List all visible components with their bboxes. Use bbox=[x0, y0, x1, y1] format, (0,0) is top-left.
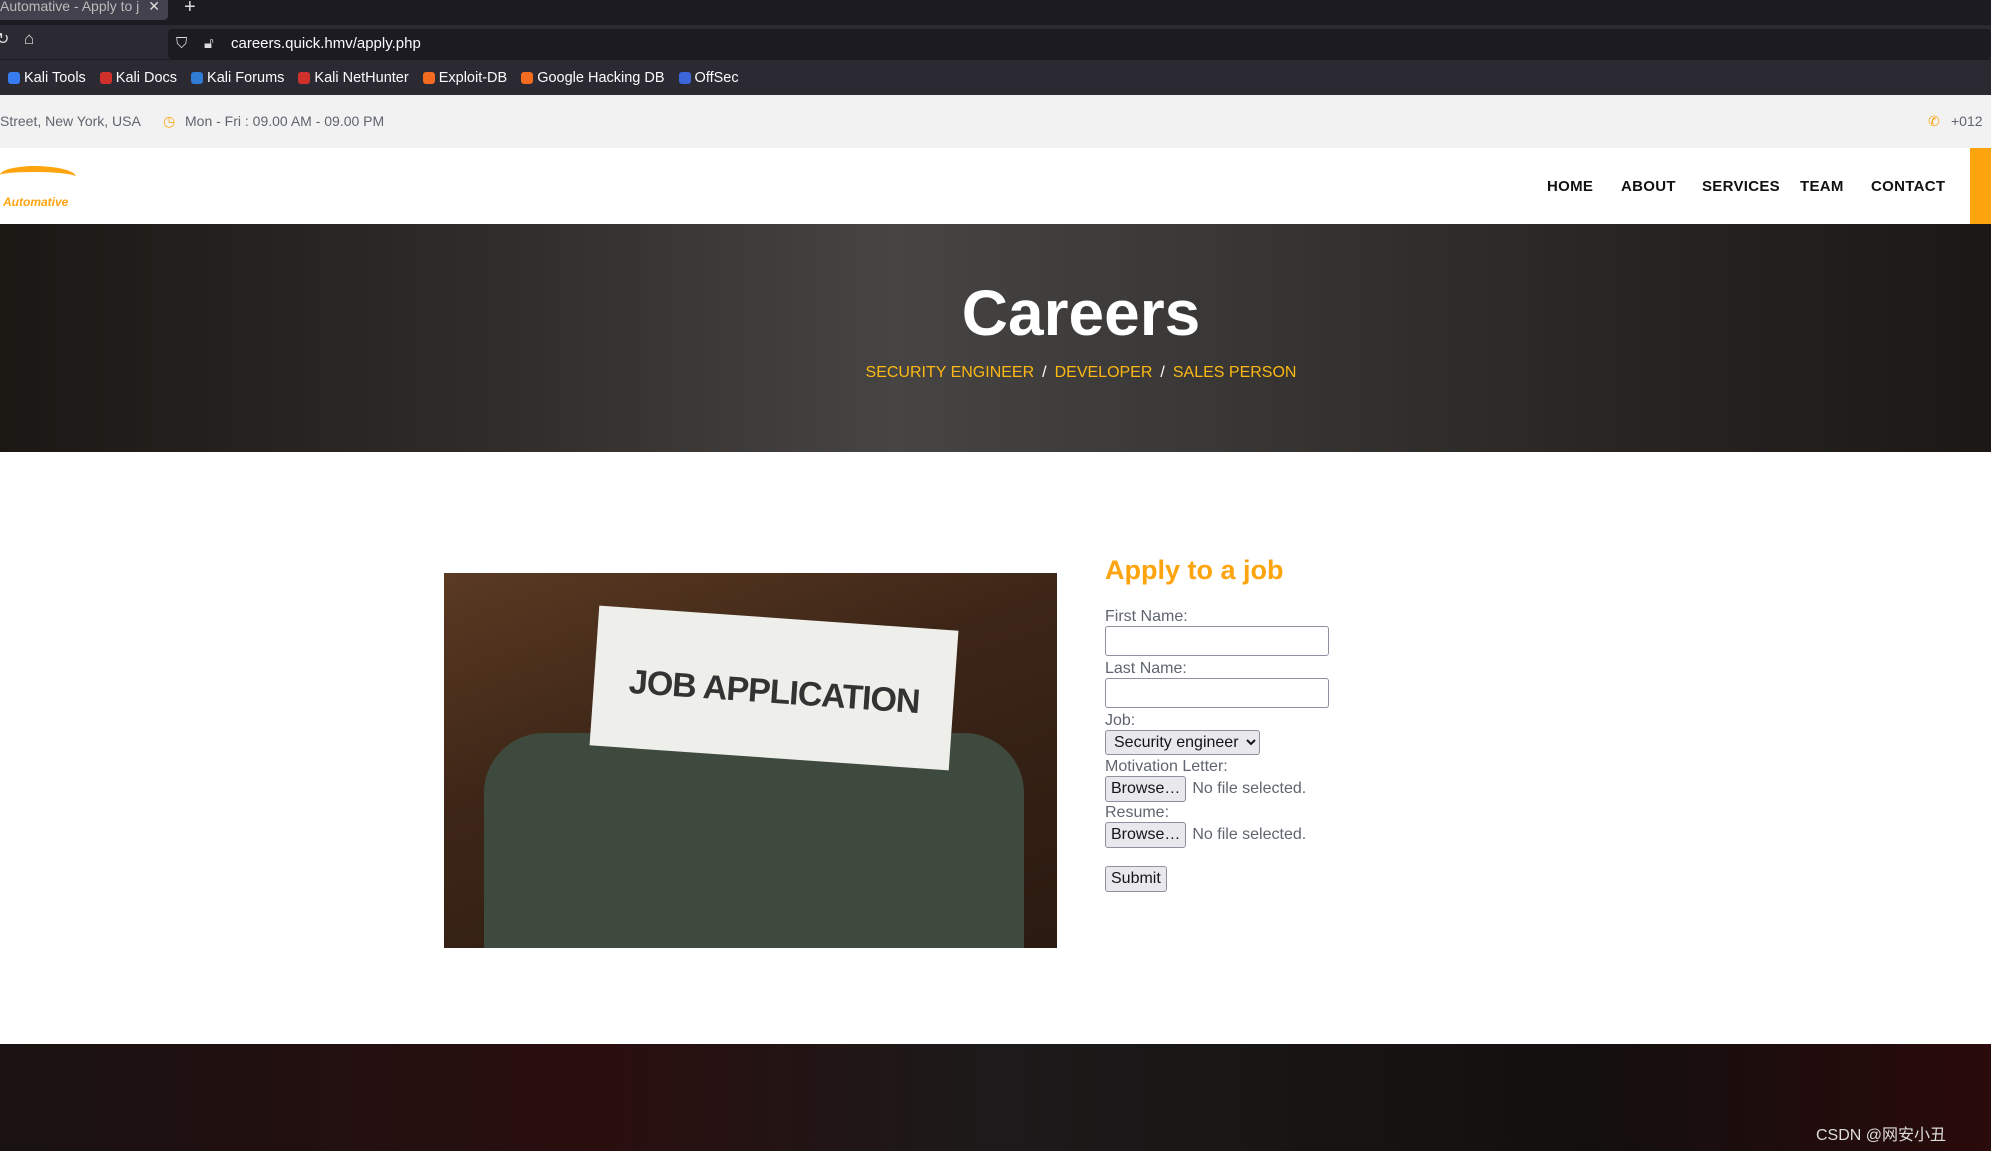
nav-accent-button[interactable] bbox=[1970, 148, 1991, 224]
nav-contact[interactable]: CONTACT bbox=[1871, 178, 1945, 195]
watermark: CSDN @网安小丑 bbox=[1815, 1127, 1946, 1144]
breadcrumb: SECURITY ENGINEER / DEVELOPER / SALES PERSON bbox=[865, 364, 1297, 381]
first-name-label: First Name: bbox=[1105, 608, 1188, 625]
bookmark-icon bbox=[422, 71, 435, 84]
bookmark-item[interactable]: OffSec bbox=[678, 69, 739, 86]
logo[interactable]: Automative bbox=[3, 195, 68, 209]
tab-title: Automative - Apply to j bbox=[0, 0, 140, 14]
bookmark-item[interactable]: Kali NetHunter bbox=[298, 69, 409, 86]
resume-label: Resume: bbox=[1105, 804, 1170, 821]
bookmark-item[interactable]: Kali Tools bbox=[8, 70, 86, 86]
submit-button[interactable]: Submit bbox=[1105, 866, 1167, 892]
bookmark-item[interactable]: Kali Docs bbox=[99, 69, 178, 86]
resume-browse-button[interactable]: Browse… bbox=[1105, 822, 1187, 848]
crumb-sales-person[interactable]: SALES PERSON bbox=[1173, 364, 1297, 381]
browser-tab[interactable]: Automative - Apply to j ✕ bbox=[0, 0, 168, 20]
clock-icon: ◷ bbox=[163, 113, 176, 129]
bookmark-label: Kali Tools bbox=[24, 69, 86, 86]
address-text: Street, New York, USA bbox=[0, 113, 141, 129]
browser-tab-bar bbox=[0, 0, 1991, 25]
motivation-browse-button[interactable]: Browse… bbox=[1105, 776, 1187, 802]
nav-about[interactable]: ABOUT bbox=[1621, 178, 1676, 195]
bookmark-icon bbox=[99, 71, 112, 84]
apply-form: Apply to a job First Name: Last Name: Jo… bbox=[1105, 555, 1505, 892]
navbar: Automative HOME ABOUT SERVICES TEAM CONT… bbox=[0, 148, 1991, 224]
url-bar[interactable]: ⛉ 🔓︎ careers.quick.hmv/apply.php bbox=[168, 29, 1991, 59]
crumb-security-engineer[interactable]: SECURITY ENGINEER bbox=[866, 364, 1035, 381]
bookmark-label: OffSec bbox=[694, 69, 739, 86]
bookmark-item[interactable]: Kali Forums bbox=[191, 70, 284, 86]
top-info-bar: Street, New York, USA ◷ Mon - Fri : 09.0… bbox=[0, 95, 1991, 182]
bookmark-icon bbox=[191, 71, 204, 84]
paper-sheet: JOB APPLICATION bbox=[589, 605, 959, 771]
first-name-input[interactable] bbox=[1105, 626, 1329, 656]
home-icon[interactable]: ⌂ bbox=[24, 29, 34, 49]
shield-icon[interactable]: ⛉ bbox=[176, 29, 187, 59]
motivation-label: Motivation Letter: bbox=[1105, 758, 1228, 775]
new-tab-icon[interactable]: + bbox=[184, 0, 196, 19]
bookmark-label: Exploit-DB bbox=[438, 69, 508, 86]
bookmark-icon bbox=[678, 71, 691, 84]
close-tab-icon[interactable]: ✕ bbox=[148, 0, 160, 13]
hours-text: Mon - Fri : 09.00 AM - 09.00 PM bbox=[185, 113, 385, 129]
form-heading: Apply to a job bbox=[1105, 555, 1284, 585]
bookmark-icon bbox=[521, 71, 534, 84]
hero-banner: Careers SECURITY ENGINEER / DEVELOPER / SALE… bbox=[0, 224, 1991, 452]
job-select[interactable]: Security engineer bbox=[1105, 730, 1260, 755]
bookmarks-bar: Kali Tools Kali Docs Kali Forums Kali NetHu… bbox=[0, 59, 1991, 95]
crumb-developer[interactable]: DEVELOPER bbox=[1055, 364, 1153, 381]
url-text[interactable]: careers.quick.hmv/apply.php bbox=[231, 35, 421, 52]
bookmark-item[interactable]: Exploit-DB bbox=[422, 69, 508, 86]
page-title: Careers bbox=[961, 277, 1201, 349]
nav-services[interactable]: SERVICES bbox=[1702, 178, 1780, 195]
image-text: JOB APPLICATION bbox=[627, 662, 921, 722]
job-label: Job: bbox=[1105, 712, 1136, 729]
insecure-lock-icon[interactable]: 🔓︎ bbox=[204, 29, 214, 59]
nav-home[interactable]: HOME bbox=[1547, 178, 1593, 195]
bookmark-icon bbox=[298, 71, 311, 84]
bookmark-label: Kali Forums bbox=[207, 69, 285, 86]
bookmark-item[interactable]: Google Hacking DB bbox=[521, 69, 665, 86]
resume-file-status: No file selected. bbox=[1192, 826, 1307, 843]
bookmark-label: Kali NetHunter bbox=[314, 69, 409, 86]
logo-car-icon bbox=[0, 166, 76, 186]
nav-team[interactable]: TEAM bbox=[1800, 178, 1844, 195]
bookmark-icon bbox=[8, 71, 20, 84]
reload-icon[interactable]: ↻ bbox=[0, 29, 9, 49]
last-name-label: Last Name: bbox=[1105, 660, 1187, 677]
bookmark-label: Google Hacking DB bbox=[537, 69, 665, 86]
bookmark-label: Kali Docs bbox=[115, 69, 178, 86]
last-name-input[interactable] bbox=[1105, 678, 1329, 708]
job-application-image: JOB APPLICATION bbox=[444, 573, 1057, 948]
motivation-file-status: No file selected. bbox=[1192, 780, 1307, 797]
phone-icon: ✆ bbox=[1928, 113, 1940, 129]
footer bbox=[0, 1044, 1991, 1151]
